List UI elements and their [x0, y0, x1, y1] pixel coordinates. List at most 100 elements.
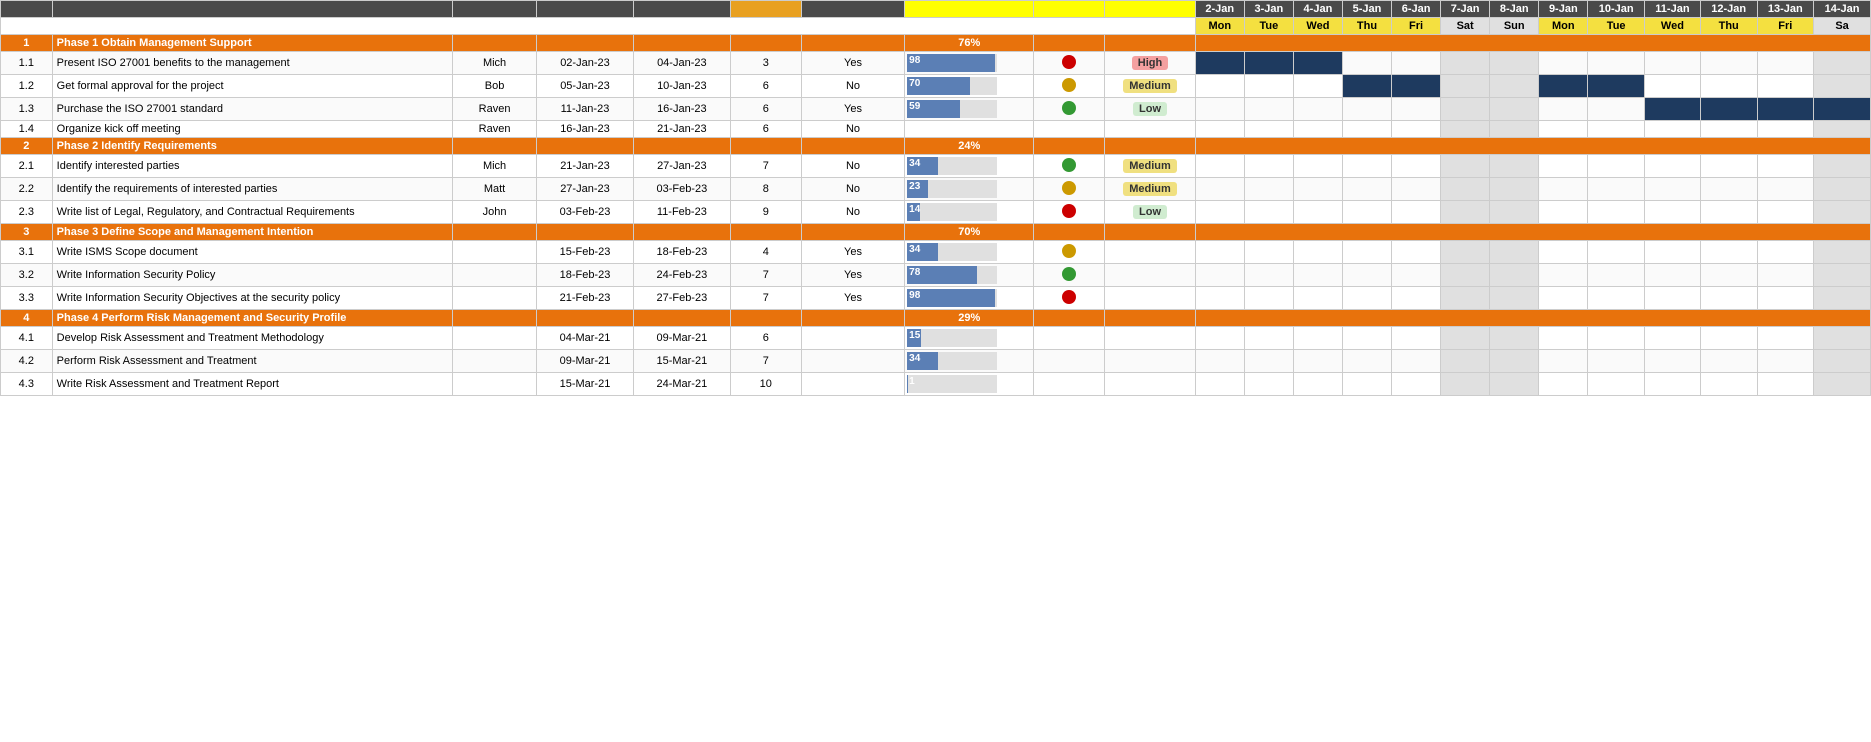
gantt-cell: [1539, 264, 1588, 287]
gantt-cell: [1244, 98, 1293, 121]
status-dot: [1062, 290, 1076, 304]
gantt-cell: [1441, 264, 1490, 287]
phase-resource: [453, 35, 537, 52]
task-resource: Mich: [453, 52, 537, 75]
phase-start: [537, 224, 634, 241]
gantt-col-13: 14-Jan: [1814, 1, 1871, 18]
task-end: 24-Feb-23: [633, 264, 730, 287]
gantt-col-3: 4-Jan: [1293, 1, 1342, 18]
gantt-cell: [1441, 350, 1490, 373]
task-end: 15-Mar-21: [633, 350, 730, 373]
gantt-cell: [1490, 121, 1539, 138]
phase-priority: [1105, 138, 1195, 155]
col-start: [537, 1, 634, 18]
priority-badge: Medium: [1123, 182, 1177, 196]
task-start: 11-Jan-23: [537, 98, 634, 121]
task-end: 27-Jan-23: [633, 155, 730, 178]
phase-dur: [730, 224, 801, 241]
gantt-cell: [1814, 52, 1871, 75]
gantt-cell: [1490, 155, 1539, 178]
task-resource: [453, 350, 537, 373]
task-duration: 9: [730, 201, 801, 224]
gantt-cell: [1645, 373, 1701, 396]
gantt-col-7: 8-Jan: [1490, 1, 1539, 18]
task-start: 15-Feb-23: [537, 241, 634, 264]
gantt-cell: [1293, 327, 1342, 350]
gantt-cell: [1293, 241, 1342, 264]
task-row: 4.2 Perform Risk Assessment and Treatmen…: [1, 350, 1871, 373]
status-dot: [1062, 267, 1076, 281]
task-row: 2.2 Identify the requirements of interes…: [1, 178, 1871, 201]
gantt-cell: [1392, 155, 1441, 178]
gantt-cell: [1392, 75, 1441, 98]
phase-name: Phase 4 Perform Risk Management and Secu…: [52, 310, 452, 327]
gantt-cell: [1195, 327, 1244, 350]
gantt-cell: [1244, 287, 1293, 310]
gantt-cell: [1392, 52, 1441, 75]
task-status: [1034, 121, 1105, 138]
gantt-cell: [1490, 75, 1539, 98]
gantt-cell: [1645, 350, 1701, 373]
task-end: 21-Jan-23: [633, 121, 730, 138]
phase-end: [633, 224, 730, 241]
task-priority: Medium: [1105, 155, 1195, 178]
task-name: Identify the requirements of interested …: [52, 178, 452, 201]
gantt-cell: [1588, 327, 1645, 350]
task-name: Get formal approval for the project: [52, 75, 452, 98]
gantt-cell: [1645, 327, 1701, 350]
phase-deliv: [801, 138, 904, 155]
task-deliverable: Yes: [801, 241, 904, 264]
phase-start: [537, 310, 634, 327]
task-deliverable: Yes: [801, 264, 904, 287]
task-end: 11-Feb-23: [633, 201, 730, 224]
gantt-cell: [1195, 287, 1244, 310]
task-duration: 6: [730, 327, 801, 350]
gantt-cell: [1700, 178, 1757, 201]
gantt-cell: [1700, 75, 1757, 98]
gantt-cell: [1293, 178, 1342, 201]
task-pct: 98: [905, 287, 1034, 310]
gantt-cell: [1814, 327, 1871, 350]
gantt-cell: [1757, 178, 1814, 201]
gantt-col-11: 12-Jan: [1700, 1, 1757, 18]
task-pct: 98: [905, 52, 1034, 75]
status-dot: [1062, 101, 1076, 115]
gantt-cell: [1539, 201, 1588, 224]
phase-row: 4 Phase 4 Perform Risk Management and Se…: [1, 310, 1871, 327]
task-status: [1034, 350, 1105, 373]
gantt-cell: [1441, 201, 1490, 224]
task-duration: 6: [730, 98, 801, 121]
task-priority: [1105, 121, 1195, 138]
task-duration: 4: [730, 241, 801, 264]
gantt-cell: [1645, 52, 1701, 75]
gantt-cell: [1539, 155, 1588, 178]
gantt-col-6: 7-Jan: [1441, 1, 1490, 18]
gantt-cell: [1490, 373, 1539, 396]
gantt-cell: [1293, 52, 1342, 75]
gantt-cell: [1195, 264, 1244, 287]
task-row: 3.1 Write ISMS Scope document 15-Feb-23 …: [1, 241, 1871, 264]
task-num: 2.1: [1, 155, 53, 178]
task-start: 27-Jan-23: [537, 178, 634, 201]
task-pct: 34: [905, 350, 1034, 373]
phase-num: 1: [1, 35, 53, 52]
task-priority: Low: [1105, 201, 1195, 224]
gantt-cell: [1588, 121, 1645, 138]
task-name: Write Information Security Objectives at…: [52, 287, 452, 310]
col-resource: [453, 1, 537, 18]
gantt-cell: [1814, 201, 1871, 224]
dayname-12: Fri: [1757, 18, 1814, 35]
gantt-cell: [1588, 373, 1645, 396]
gantt-col-10: 11-Jan: [1645, 1, 1701, 18]
task-start: 18-Feb-23: [537, 264, 634, 287]
gantt-cell: [1645, 201, 1701, 224]
gantt-cell: [1244, 75, 1293, 98]
task-status: [1034, 287, 1105, 310]
gantt-cell: [1757, 327, 1814, 350]
task-num: 1.1: [1, 52, 53, 75]
dayname-6: Sat: [1441, 18, 1490, 35]
phase-start: [537, 35, 634, 52]
task-status: [1034, 52, 1105, 75]
gantt-cell: [1342, 155, 1391, 178]
dayname-2: Tue: [1244, 18, 1293, 35]
